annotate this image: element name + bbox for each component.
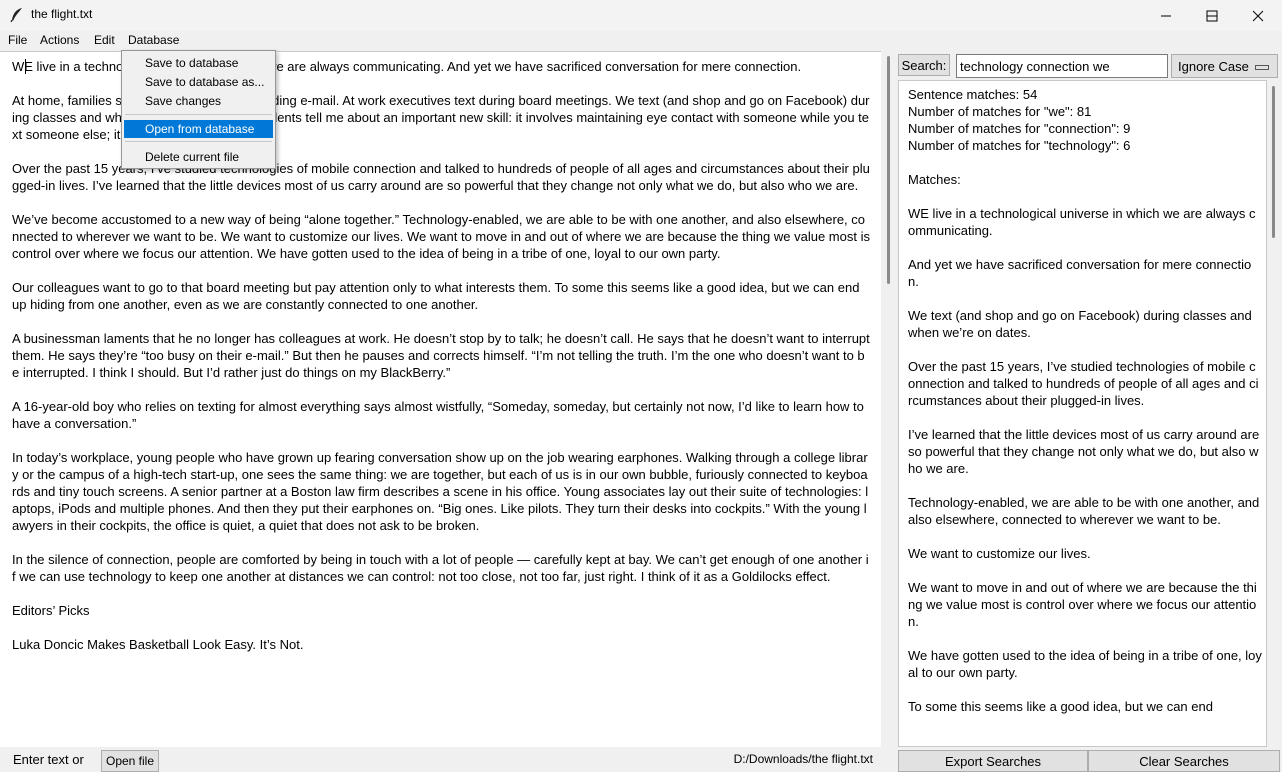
maximize-button[interactable]: [1189, 0, 1235, 31]
window-title: the flight.txt: [31, 7, 93, 21]
close-button[interactable]: [1235, 0, 1281, 31]
maximize-icon: [1206, 10, 1218, 21]
menu-item-delete-current-file[interactable]: Delete current file: [124, 148, 273, 166]
search-input[interactable]: [956, 54, 1168, 78]
close-icon: [1252, 10, 1264, 21]
menu-item-save-to-database-as[interactable]: Save to database as...: [124, 73, 273, 91]
menu-item-save-to-database[interactable]: Save to database: [124, 54, 273, 72]
menu-actions[interactable]: Actions: [40, 33, 79, 47]
results-content[interactable]: Sentence matches: 54 Number of matches f…: [908, 86, 1262, 746]
minimize-button-area[interactable]: [1143, 0, 1189, 31]
minimize-icon: [1161, 15, 1171, 16]
case-option-menu[interactable]: Ignore Case: [1171, 54, 1278, 78]
menu-edit[interactable]: Edit: [94, 33, 115, 47]
menu-database[interactable]: Database: [128, 33, 179, 47]
title-bar: [0, 0, 1282, 31]
menu-item-save-changes[interactable]: Save changes: [124, 92, 273, 110]
status-label: Enter text or: [13, 752, 84, 767]
menu-separator: [125, 141, 272, 142]
menu-bar: [0, 31, 1282, 51]
feather-icon: [9, 7, 25, 23]
results-scrollbar-thumb[interactable]: [1272, 86, 1275, 238]
editor-scrollbar-thumb[interactable]: [887, 56, 890, 284]
menu-separator: [125, 114, 272, 115]
file-path-label: D:/Downloads/the flight.txt: [733, 752, 873, 766]
database-dropdown-menu: Save to database Save to database as... …: [121, 50, 276, 169]
text-cursor: [25, 59, 26, 74]
open-file-button[interactable]: Open file: [101, 750, 159, 772]
clear-searches-button[interactable]: Clear Searches: [1088, 750, 1280, 772]
menu-file[interactable]: File: [8, 33, 27, 47]
search-button[interactable]: Search:: [898, 54, 950, 76]
case-option-label: Ignore Case: [1178, 58, 1249, 74]
menu-item-open-from-database[interactable]: Open from database: [124, 120, 273, 138]
export-searches-button[interactable]: Export Searches: [898, 750, 1088, 772]
option-menu-indicator-icon: [1255, 65, 1269, 70]
